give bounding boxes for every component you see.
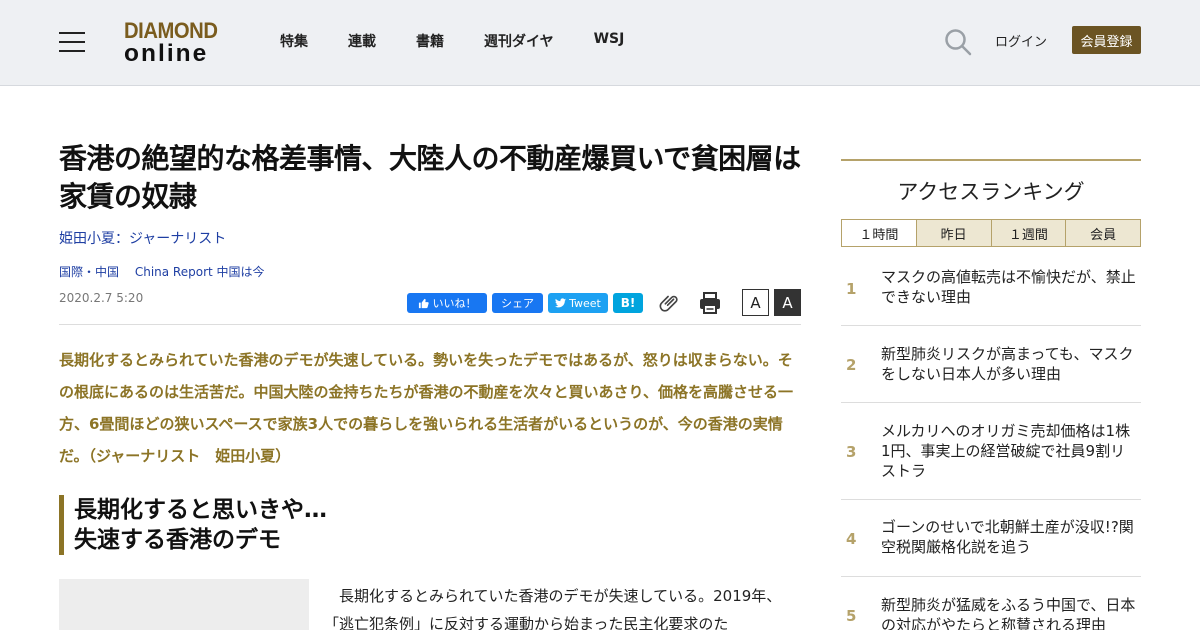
ranking-number: 1 — [846, 280, 857, 298]
ranking-item[interactable]: 3 メルカリへのオリガミ売却価格は1株1円、事実上の経営破綻で社員9割リストラ — [841, 403, 1141, 500]
nav-wsj[interactable]: WSJ — [594, 31, 625, 51]
ranking-item[interactable]: 5 新型肺炎が猛威をふるう中国で、日本の対応がやたらと称賛される理由 — [841, 577, 1141, 630]
share-buttons: いいね！ シェア Tweet B! — [407, 293, 648, 313]
article-subheading: 長期化すると思いきや… 失速する香港のデモ — [59, 495, 801, 555]
site-logo[interactable]: DIAMOND online — [124, 20, 226, 66]
like-label: いいね！ — [432, 297, 477, 310]
facebook-like-button[interactable]: いいね！ — [407, 293, 487, 313]
category-link-china-report[interactable]: China Report 中国は今 — [135, 265, 265, 279]
search-icon[interactable] — [944, 28, 972, 56]
main-nav: 特集 連載 書籍 週刊ダイヤ WSJ — [280, 31, 664, 51]
paperclip-icon[interactable] — [658, 291, 680, 313]
menu-icon[interactable] — [59, 32, 85, 52]
ranking-number: 4 — [846, 530, 857, 548]
logo-online: online — [124, 40, 209, 67]
category-list: 国際・中国 China Report 中国は今 — [59, 263, 277, 280]
logo-diamond: DIAMOND — [124, 18, 218, 43]
font-size-small-button[interactable]: A — [742, 289, 769, 316]
publish-date: 2020.2.7 5:20 — [59, 291, 144, 305]
tab-1-week[interactable]: １週間 — [990, 220, 1066, 246]
author-link[interactable]: 姫田小夏：ジャーナリスト — [59, 228, 226, 248]
article-lead: 長期化するとみられていた香港のデモが失速している。勢いを失ったデモではあるが、怒… — [59, 351, 793, 465]
nav-shoseki[interactable]: 書籍 — [416, 31, 444, 51]
ranking-title: アクセスランキング — [897, 180, 1085, 204]
tab-yesterday[interactable]: 昨日 — [915, 220, 991, 246]
ranking-item[interactable]: 1 マスクの高値転売は不愉快だが、禁止できない理由 — [841, 258, 1141, 326]
register-button[interactable]: 会員登録 — [1072, 26, 1141, 54]
print-icon[interactable] — [698, 291, 722, 315]
login-link[interactable]: ログイン — [995, 31, 1047, 50]
tweet-button[interactable]: Tweet — [548, 293, 608, 313]
facebook-share-button[interactable]: シェア — [492, 293, 543, 313]
nav-tokushu[interactable]: 特集 — [280, 31, 308, 51]
divider — [59, 324, 801, 325]
nav-rensai[interactable]: 連載 — [348, 31, 376, 51]
subheading-line-2: 失速する香港のデモ — [74, 527, 281, 553]
ranking-headline: メルカリへのオリガミ売却価格は1株1円、事実上の経営破綻で社員9割リストラ — [881, 422, 1131, 480]
article-photo — [59, 579, 309, 630]
category-link-international[interactable]: 国際・中国 — [59, 265, 119, 279]
nav-weekly-diamond[interactable]: 週刊ダイヤ — [484, 31, 554, 51]
tweet-label: Tweet — [569, 296, 601, 310]
ranking-number: 3 — [846, 443, 857, 461]
ranking-headline: ゴーンのせいで北朝鮮土産が没収!?関空税関厳格化説を追う — [881, 518, 1134, 556]
site-header: DIAMOND online 特集 連載 書籍 週刊ダイヤ WSJ ログイン 会… — [0, 0, 1200, 86]
ranking-headline: 新型肺炎が猛威をふるう中国で、日本の対応がやたらと称賛される理由 — [881, 596, 1136, 630]
tab-members[interactable]: 会員 — [1065, 220, 1140, 246]
ranking-headline: 新型肺炎リスクが高まっても、マスクをしない日本人が多い理由 — [881, 345, 1134, 383]
ranking-tabs: １時間 昨日 １週間 会員 — [841, 219, 1141, 247]
twitter-bird-icon — [555, 298, 567, 308]
ranking-item[interactable]: 4 ゴーンのせいで北朝鮮土産が没収!?関空税関厳格化説を追う — [841, 500, 1141, 577]
subheading-line-1: 長期化すると思いきや… — [74, 497, 327, 523]
ranking-item[interactable]: 2 新型肺炎リスクが高まっても、マスクをしない日本人が多い理由 — [841, 326, 1141, 403]
font-size-large-button[interactable]: A — [774, 289, 801, 316]
thumbs-up-icon — [418, 298, 429, 308]
tab-1-hour[interactable]: １時間 — [842, 220, 916, 246]
ranking-number: 2 — [846, 356, 857, 374]
sidebar-divider — [841, 159, 1141, 161]
article-title: 香港の絶望的な格差事情、大陸人の不動産爆買いで貧困層は家賃の奴隷 — [59, 142, 801, 213]
article-body: 長期化するとみられていた香港のデモが失速している。2019年、「逃亡犯条例」に反… — [324, 587, 782, 630]
ranking-number: 5 — [846, 607, 857, 625]
ranking-headline: マスクの高値転売は不愉快だが、禁止できない理由 — [881, 268, 1136, 306]
hatena-bookmark-button[interactable]: B! — [613, 293, 643, 313]
